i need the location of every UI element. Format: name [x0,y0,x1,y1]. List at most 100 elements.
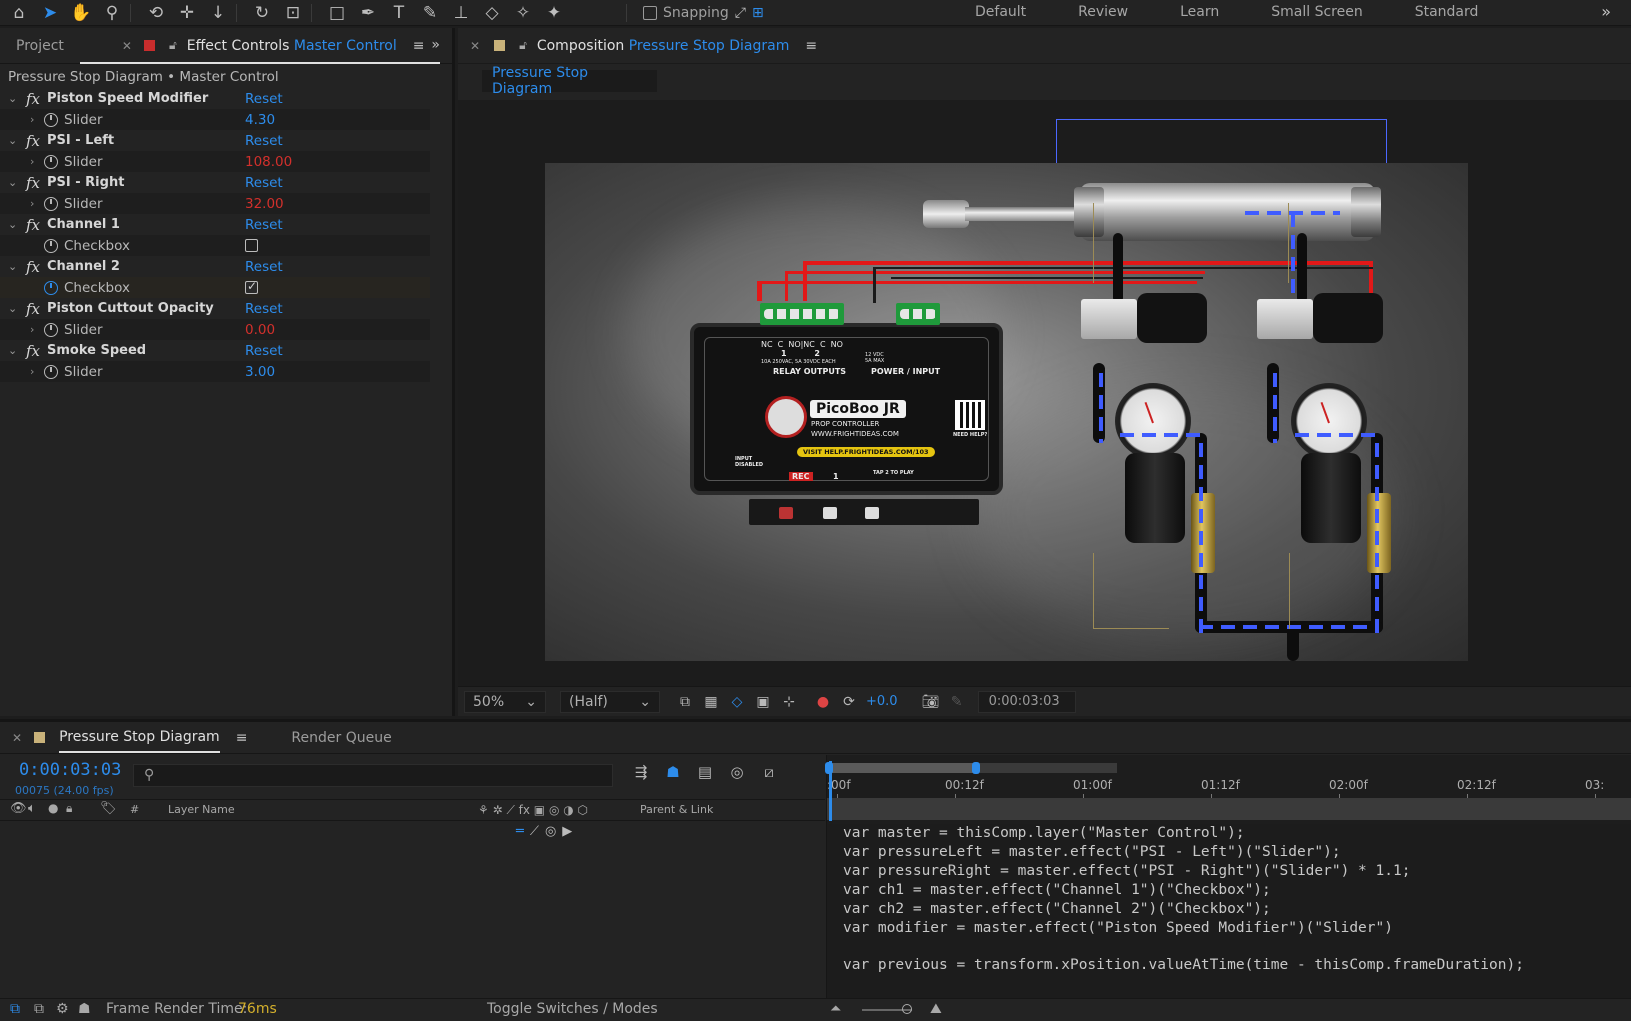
effect-name[interactable]: PSI - Right [47,175,124,190]
expand-panels-icon[interactable]: » [431,37,440,53]
workspace-standard[interactable]: Standard [1415,4,1479,20]
stopwatch-icon[interactable] [44,281,58,295]
dolly-camera-icon[interactable]: ↓ [206,1,230,25]
effect-row[interactable]: ⌄ fx Piston Speed Modifier Reset [0,88,430,109]
resolution-dropdown[interactable]: (Half) ⌄ [560,690,660,713]
expression-language-menu-icon[interactable]: ▶ [562,824,572,839]
effect-row[interactable]: ⌄ fx PSI - Right Reset [0,172,430,193]
effect-name[interactable]: Channel 2 [47,259,120,274]
column-layer-name[interactable]: Layer Name [168,803,235,816]
solo-icon[interactable]: ● [48,801,58,815]
audio-icon[interactable]: 🔈︎ [28,801,36,816]
reset-button[interactable]: Reset [245,175,283,191]
fx-icon[interactable]: fx [26,174,40,192]
stopwatch-icon[interactable] [44,197,58,211]
expand-chevron-icon[interactable]: › [30,155,34,168]
workspace-default[interactable]: Default [975,4,1026,20]
stopwatch-icon[interactable] [44,155,58,169]
work-area-bar[interactable] [825,762,1117,774]
expand-chevron-icon[interactable]: › [30,365,34,378]
current-time-indicator[interactable] [829,761,832,821]
show-snapshot-icon[interactable]: ✎ [948,693,966,711]
stopwatch-icon[interactable] [44,365,58,379]
type-tool-icon[interactable]: T [387,1,411,25]
effect-row[interactable]: ⌄ fx Smoke Speed Reset [0,340,430,361]
fx-icon[interactable]: fx [26,90,40,108]
effect-name[interactable]: PSI - Left [47,133,114,148]
panel-menu-icon[interactable]: ≡ [413,38,425,54]
clone-stamp-tool-icon[interactable]: ⊥ [449,1,473,25]
roto-brush-tool-icon[interactable]: ✧ [511,1,535,25]
orbit-camera-icon[interactable]: ⟲ [144,1,168,25]
expand-chevron-icon[interactable]: › [30,323,34,336]
effect-row[interactable]: ⌄ fx Channel 2 Reset [0,256,430,277]
close-tab-icon[interactable]: ✕ [12,731,22,745]
rotate-tool-icon[interactable]: ↻ [250,1,274,25]
anchor-point-tool-icon[interactable]: ⊡ [281,1,305,25]
tab-effect-controls-layer[interactable]: Master Control [294,38,397,54]
zoom-in-icon[interactable]: ⛰ [930,1001,942,1017]
fx-icon[interactable]: fx [26,132,40,150]
puppet-pin-tool-icon[interactable]: ✦ [542,1,566,25]
motion-blur-icon[interactable]: ◎ [728,763,746,781]
lock-icon[interactable]: 🔓︎ [519,38,527,53]
reset-button[interactable]: Reset [245,343,283,359]
collapse-chevron-icon[interactable]: ⌄ [8,344,17,357]
rgb-channels-icon[interactable]: ● [814,693,832,711]
reset-exposure-icon[interactable]: ⟳ [840,693,858,711]
effect-property-row[interactable]: › Slider 3.00 [0,361,430,382]
panel-menu-icon[interactable]: ≡ [236,730,248,746]
toggle-switches-modes[interactable]: Toggle Switches / Modes [487,1001,658,1017]
effect-row[interactable]: ⌄ fx Channel 1 Reset [0,214,430,235]
expression-pickwhip-icon[interactable]: ◎ [545,824,556,839]
collapse-chevron-icon[interactable]: ⌄ [8,176,17,189]
workspace-learn[interactable]: Learn [1180,4,1219,20]
snapping-toggle[interactable]: Snapping ⤢ ⊞ [643,5,764,21]
pan-camera-icon[interactable]: ✛ [175,1,199,25]
composition-breadcrumb[interactable]: Pressure Stop Diagram [482,65,657,97]
slider-value[interactable]: 0.00 [245,322,275,338]
workspace-small-screen[interactable]: Small Screen [1271,4,1362,20]
zoom-out-icon[interactable]: ⏶ [830,1001,841,1017]
panel-menu-icon[interactable]: ≡ [805,38,817,54]
expression-editor[interactable]: var master = thisComp.layer("Master Cont… [827,824,1631,1000]
tab-timeline-comp[interactable]: Pressure Stop Diagram [59,723,220,753]
layer-search-input[interactable]: ⚲ [133,764,613,787]
effect-name[interactable]: Piston Speed Modifier [47,91,208,106]
hand-tool-icon[interactable]: ✋ [69,1,93,25]
collapse-chevron-icon[interactable]: ⌄ [8,260,17,273]
time-ruler[interactable]: :00f 00:12f 01:00f 01:12f 02:00f 02:12f 03: [827,778,1631,800]
tab-render-queue[interactable]: Render Queue [291,730,391,746]
in-out-pane-icon[interactable]: ⚙ [56,1001,69,1017]
layer-switches-icons[interactable]: ⚘ ✲ ⟋ fx ▣ ◎ ◑ ⬡ [478,803,588,818]
magnification-dropdown[interactable]: 50% ⌄ [464,690,546,713]
expand-chevron-icon[interactable]: › [30,197,34,210]
effect-row[interactable]: ⌄ fx PSI - Left Reset [0,130,430,151]
label-tag-icon[interactable]: 🏷︎ [100,801,117,816]
mask-path-visibility-icon[interactable]: ◇ [728,693,746,711]
slider-value[interactable]: 32.00 [245,196,284,212]
render-time-pane-icon[interactable]: ☗ [78,1001,91,1017]
fx-icon[interactable]: fx [26,300,40,318]
checkbox-control[interactable] [245,279,258,294]
brush-tool-icon[interactable]: ✎ [418,1,442,25]
exposure-value[interactable]: +0.0 [866,694,898,709]
home-icon[interactable]: ⌂ [7,1,31,25]
tab-effect-controls[interactable]: ✕ 🔓︎ Effect Controls Master Control ≡ [79,30,441,64]
fast-previews-icon[interactable]: ⧉ [676,693,694,711]
selection-tool-icon[interactable]: ➤ [38,1,62,25]
close-tab-icon[interactable]: ✕ [470,39,480,53]
expression-enable-icon[interactable]: ═ [516,824,524,839]
fx-icon[interactable]: fx [26,342,40,360]
lock-icon[interactable]: 🔓︎ [169,38,177,53]
work-area-end-handle[interactable] [972,762,980,774]
collapse-chevron-icon[interactable]: ⌄ [8,92,17,105]
expand-chevron-icon[interactable]: › [30,113,34,126]
shy-layers-icon[interactable]: ☗ [664,763,682,781]
collapse-chevron-icon[interactable]: ⌄ [8,134,17,147]
more-workspaces-icon[interactable]: » [1601,2,1611,21]
transfer-controls-pane-icon[interactable]: ⧉ [34,1001,44,1017]
snap-grid-icon[interactable]: ⊞ [752,5,764,21]
composition-viewer[interactable]: NC C NO|NC C NO 1 2 10A 250VAC, 5A 30VDC… [458,100,1631,686]
reset-button[interactable]: Reset [245,133,283,149]
